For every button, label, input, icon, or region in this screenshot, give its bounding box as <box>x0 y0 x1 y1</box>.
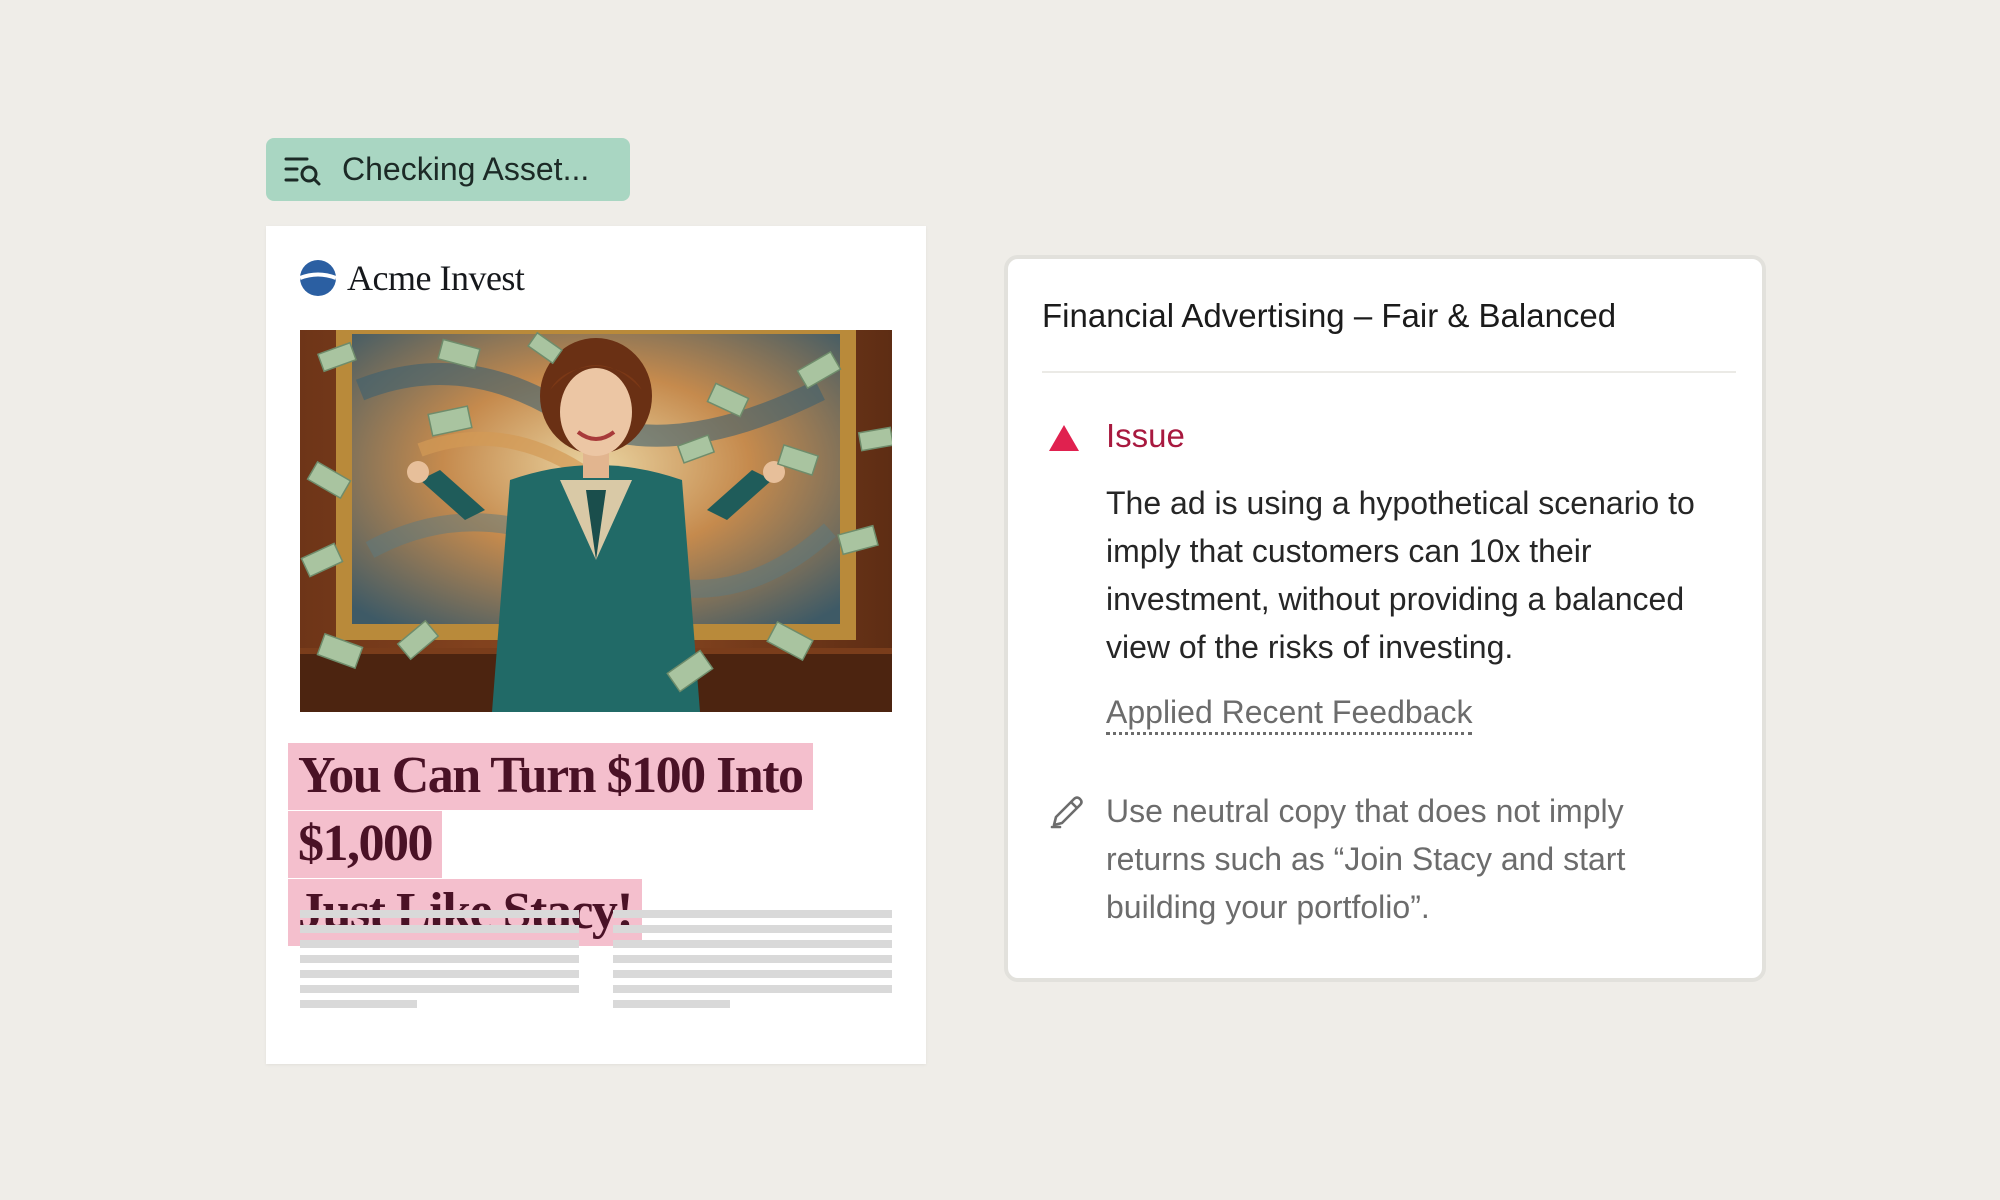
brand-name: Acme Invest <box>347 258 525 298</box>
divider <box>1042 371 1736 373</box>
pencil-icon <box>1050 796 1083 829</box>
applied-feedback-link[interactable]: Applied Recent Feedback <box>1106 694 1473 735</box>
brand: Acme Invest <box>299 257 525 299</box>
search-list-icon <box>284 157 321 185</box>
issue-description: The ad is using a hypothetical scenario … <box>1106 485 1695 665</box>
warning-triangle-icon <box>1049 425 1079 451</box>
acme-logo-icon <box>299 260 337 296</box>
issue-label: Issue <box>1106 417 1185 454</box>
body-text-placeholder-right <box>613 910 892 1015</box>
review-title: Financial Advertising – Fair & Balanced <box>1042 297 1617 334</box>
headline-line-1: You Can Turn $100 Into $1,000 <box>288 743 813 878</box>
status-pill: Checking Asset... <box>266 138 630 201</box>
ad-hero-image <box>300 330 892 712</box>
review-panel: Financial Advertising – Fair & Balanced … <box>1004 255 1766 982</box>
status-label: Checking Asset... <box>342 151 590 187</box>
ad-preview: Acme Invest You Can Turn $100 Into $1,00… <box>266 226 926 1064</box>
suggestion-text: Use neutral copy that does not imply ret… <box>1106 793 1626 925</box>
body-text-placeholder-left <box>300 910 579 1015</box>
